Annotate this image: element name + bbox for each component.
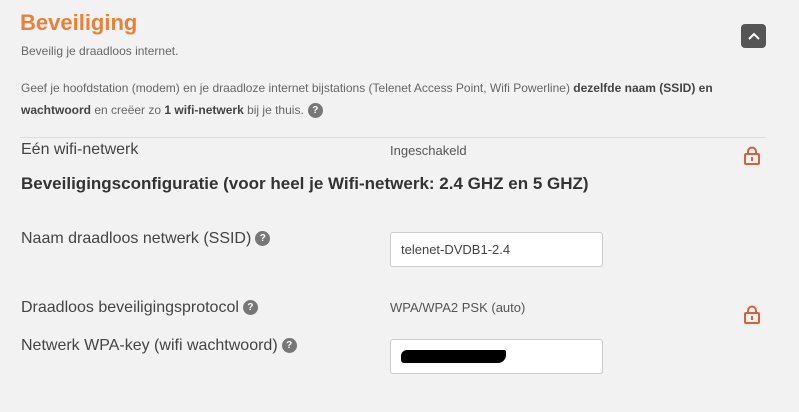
intro-text-part: bij je thuis. xyxy=(243,103,304,117)
ssid-input[interactable]: telenet-DVDB1-2.4 xyxy=(390,232,603,267)
lock-icon xyxy=(743,305,761,329)
protocol-value: WPA/WPA2 PSK (auto) xyxy=(390,300,526,315)
security-config-heading: Beveiligingsconfiguratie (voor heel je W… xyxy=(21,174,589,193)
wpa-key-label: Netwerk WPA-key (wifi wachtwoord)? xyxy=(21,337,297,355)
protocol-label-text: Draadloos beveiligingsprotocol xyxy=(21,299,239,316)
help-icon[interactable]: ? xyxy=(242,300,258,316)
chevron-up-icon xyxy=(747,32,760,40)
help-icon[interactable]: ? xyxy=(307,103,323,119)
collapse-button[interactable] xyxy=(741,24,766,48)
lock-icon xyxy=(743,146,761,170)
intro-text-part: Geef je hoofdstation (modem) en je draad… xyxy=(21,81,574,95)
intro-bold-network: 1 wifi-netwerk xyxy=(164,103,244,117)
help-icon[interactable]: ? xyxy=(255,231,271,247)
one-network-label: Eén wifi-netwerk xyxy=(21,141,139,158)
page-title: Beveiliging xyxy=(20,10,138,35)
intro-text-part: en creëer zo xyxy=(91,103,165,117)
protocol-label: Draadloos beveiligingsprotocol? xyxy=(21,299,258,317)
page-subtitle: Beveilig je draadloos internet. xyxy=(21,44,179,58)
intro-text: Geef je hoofdstation (modem) en je draad… xyxy=(21,77,771,121)
help-icon[interactable]: ? xyxy=(281,338,297,354)
wpa-key-input[interactable] xyxy=(390,339,603,374)
wpa-key-label-text: Netwerk WPA-key (wifi wachtwoord) xyxy=(21,337,278,354)
ssid-label: Naam draadloos netwerk (SSID)? xyxy=(21,230,271,248)
ssid-label-text: Naam draadloos netwerk (SSID) xyxy=(21,230,252,247)
redacted-value xyxy=(401,350,506,363)
divider xyxy=(20,137,766,138)
ssid-input-value: telenet-DVDB1-2.4 xyxy=(401,242,511,257)
one-network-value: Ingeschakeld xyxy=(390,143,467,158)
